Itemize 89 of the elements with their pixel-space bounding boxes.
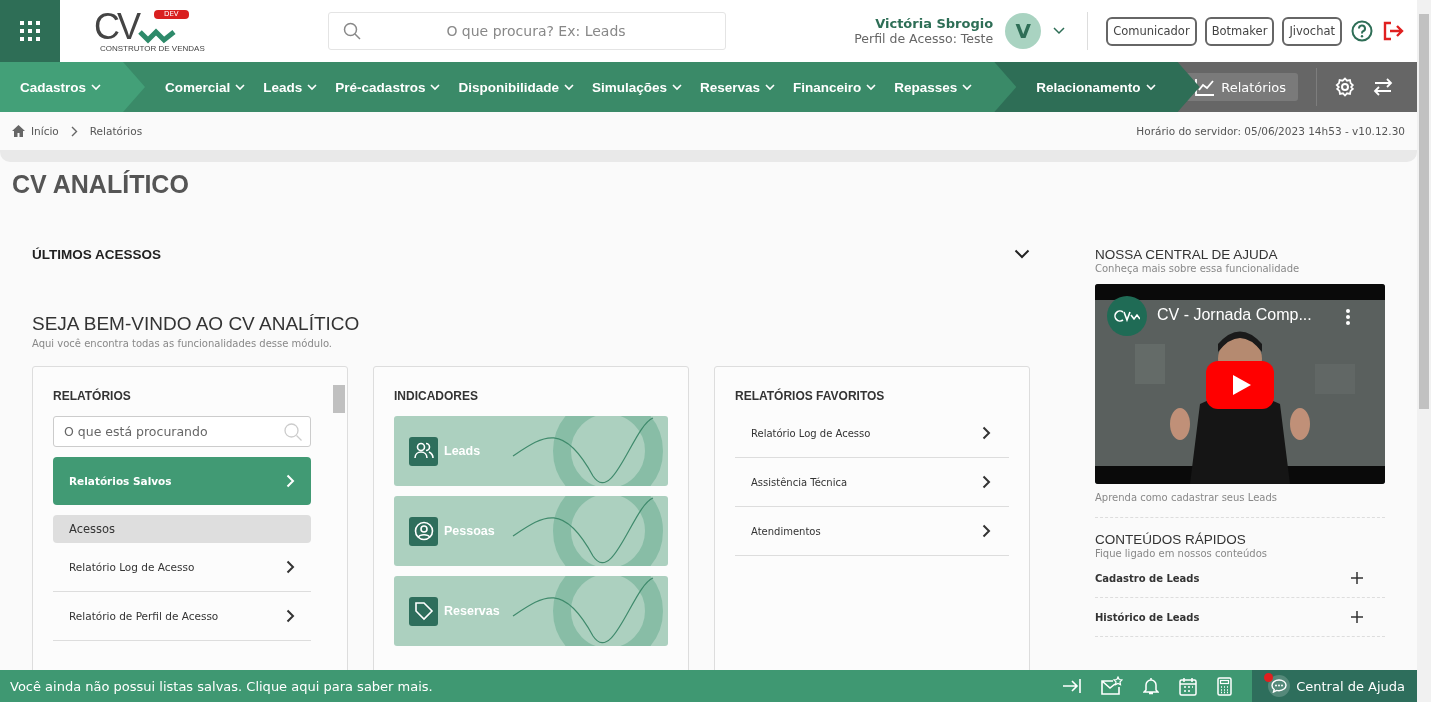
people-icon <box>413 442 434 460</box>
calculator-icon[interactable] <box>1217 676 1233 696</box>
line-chart-icon <box>1195 78 1216 96</box>
chevron-icon <box>982 524 991 538</box>
caret-icon <box>1145 83 1156 91</box>
report-list-item[interactable]: Relatórios Salvos <box>53 457 311 505</box>
nav-menu-item[interactable]: Comercial <box>165 79 246 95</box>
mail-star-icon[interactable] <box>1101 676 1124 696</box>
tag-icon <box>413 601 434 621</box>
help-center-subtitle: Conheça mais sobre essa funcionalidade <box>1095 263 1301 274</box>
arrow-to-line-icon[interactable] <box>1063 679 1082 693</box>
nav-menu-item[interactable]: Relacionamento <box>1036 79 1156 95</box>
search-field[interactable]: O que procura? Ex: Leads <box>328 12 726 50</box>
play-button-icon[interactable] <box>1206 361 1274 409</box>
quick-content-title: CONTEÚDOS RÁPIDOS <box>1095 532 1247 547</box>
search-input[interactable]: O que está procurando <box>62 423 284 440</box>
quick-content-item[interactable]: Histórico de Leads <box>1095 598 1385 637</box>
swap-icon[interactable] <box>1373 78 1393 96</box>
search-input[interactable]: O que procura? Ex: Leads <box>361 22 711 40</box>
calendar-icon[interactable] <box>1179 676 1198 696</box>
breadcrumb-current: Relatórios <box>89 125 143 137</box>
caret-icon <box>866 83 877 91</box>
panel-title: INDICADORES <box>394 389 479 403</box>
chevron-icon <box>70 125 78 137</box>
quick-content-subtitle: Fique ligado em nossos conteúdos <box>1095 548 1268 559</box>
chat-tool-button[interactable]: Jivochat <box>1282 16 1342 46</box>
welcome-heading: SEJA BEM-VINDO AO CV ANALÍTICO <box>32 313 361 335</box>
chevron-icon <box>982 426 991 440</box>
recent-access-toggle[interactable]: ÚLTIMOS ACESSOS <box>32 239 1030 269</box>
user-avatar[interactable]: V <box>1005 13 1042 49</box>
caret-icon <box>91 83 102 91</box>
search-field[interactable]: O que está procurando <box>53 416 311 447</box>
group-header: Acessos <box>53 515 311 543</box>
help-center-button[interactable]: Central de Ajuda <box>1252 670 1417 702</box>
chevron-icon <box>286 560 295 574</box>
more-options-icon[interactable] <box>1345 308 1351 326</box>
logo-letters: CV <box>94 9 138 44</box>
report-list-item[interactable]: Relatório Log de Acesso <box>53 543 311 592</box>
caret-icon <box>765 83 775 91</box>
nav-menu-item[interactable]: Financeiro <box>793 79 877 95</box>
user-name: Victória Sbrogio <box>875 16 994 31</box>
page-title: CV ANALÍTICO <box>12 170 190 199</box>
nav-menu-item[interactable]: Disponibilidade <box>458 79 574 95</box>
nav-menu-item[interactable]: Cadastros <box>20 79 102 95</box>
chat-icon <box>1268 675 1291 697</box>
nav-menu-item[interactable]: Reservas <box>699 79 775 95</box>
caret-icon <box>962 83 973 91</box>
logo-tagline: CONSTRUTOR DE VENDAS <box>100 43 206 53</box>
nav-menu-item[interactable]: Leads <box>263 79 318 95</box>
search-icon <box>284 422 302 441</box>
search-icon <box>343 22 361 40</box>
logout-icon[interactable] <box>1382 21 1404 41</box>
caret-icon <box>307 83 318 91</box>
welcome-subtitle: Aqui você encontra todas as funcionalidades desse módulo. <box>32 338 334 349</box>
caret-icon <box>671 83 682 91</box>
chat-tool-button[interactable]: Comunicador <box>1106 16 1197 46</box>
chevron-icon <box>982 475 991 489</box>
chat-tool-button[interactable]: Botmaker <box>1204 16 1275 46</box>
apps-menu-button[interactable] <box>0 0 60 62</box>
nav-menu-item[interactable]: Repasses <box>894 79 973 95</box>
video-caption: Aprenda como cadastrar seus Leads <box>1095 492 1278 503</box>
favorite-report-item[interactable]: Relatório Log de Acesso <box>735 409 1009 458</box>
panel-title: RELATÓRIOS <box>53 389 132 403</box>
caret-icon <box>430 83 441 91</box>
caret-icon <box>563 83 574 91</box>
server-time: Horário do servidor: 05/06/2023 14h53 - v10.12.30 <box>1136 125 1405 137</box>
report-list-item[interactable]: Relatório de Perfil de Acesso <box>53 592 311 641</box>
caret-icon[interactable] <box>1053 27 1066 35</box>
help-icon[interactable] <box>1351 20 1373 42</box>
saved-lists-message[interactable]: Você ainda não possui listas salvas. Clique aqui para saber mais. <box>10 678 433 694</box>
notification-dot <box>1264 673 1274 682</box>
chevron-icon <box>286 609 295 623</box>
favorite-report-item[interactable]: Atendimentos <box>735 507 1009 556</box>
bell-icon[interactable] <box>1143 677 1160 695</box>
access-profile: Perfil de Acesso: Teste <box>854 31 994 46</box>
chevron-icon <box>286 474 295 488</box>
favorite-report-item[interactable]: Assistência Técnica <box>735 458 1009 507</box>
home-icon[interactable] <box>12 125 25 137</box>
settings-icon[interactable] <box>1335 77 1355 97</box>
person-icon <box>413 521 434 541</box>
panel-title: RELATÓRIOS FAVORITOS <box>735 389 886 403</box>
nav-menu-item[interactable]: Simulações <box>591 79 682 95</box>
breadcrumb-link[interactable]: Início <box>31 125 59 137</box>
video-title: CV - Jornada Comp... <box>1157 306 1312 324</box>
help-center-title: NOSSA CENTRAL DE AJUDA <box>1095 247 1279 262</box>
grid-icon <box>19 20 41 42</box>
nav-menu-item[interactable]: Pré-cadastros <box>335 79 441 95</box>
quick-content-item[interactable]: Cadastro de Leads <box>1095 559 1385 598</box>
caret-icon <box>235 83 246 91</box>
